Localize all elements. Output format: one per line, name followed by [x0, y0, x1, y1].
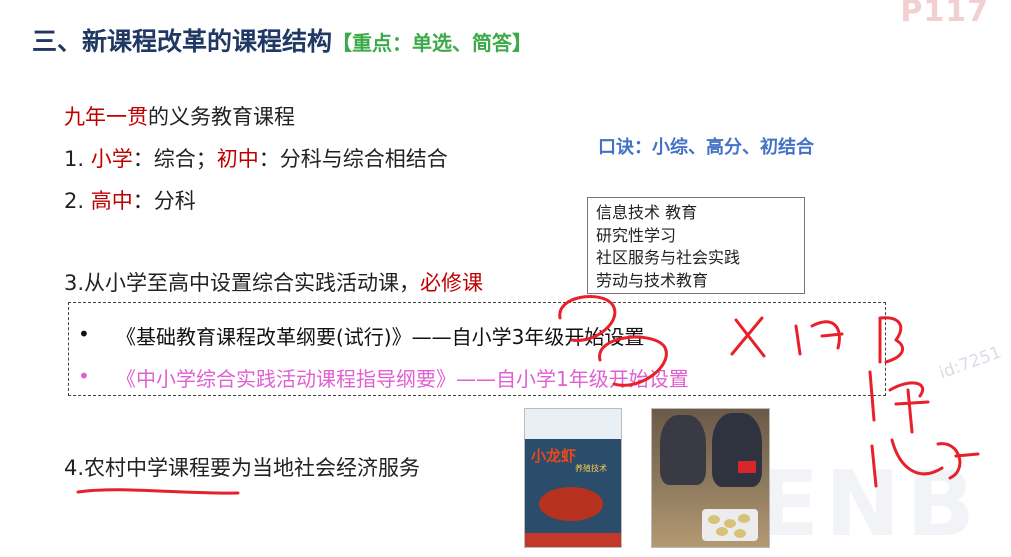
handwritten-circle-3: [558, 295, 617, 342]
handwritten-year-note: [868, 370, 930, 434]
handwritten-old-note: [794, 316, 904, 364]
handwritten-circle-1: [598, 335, 668, 387]
handwritten-x-mark: [730, 316, 766, 358]
handwriting-overlay: [76, 295, 980, 495]
handwritten-underline: [76, 488, 240, 495]
handwritten-hour-note: [870, 438, 980, 488]
